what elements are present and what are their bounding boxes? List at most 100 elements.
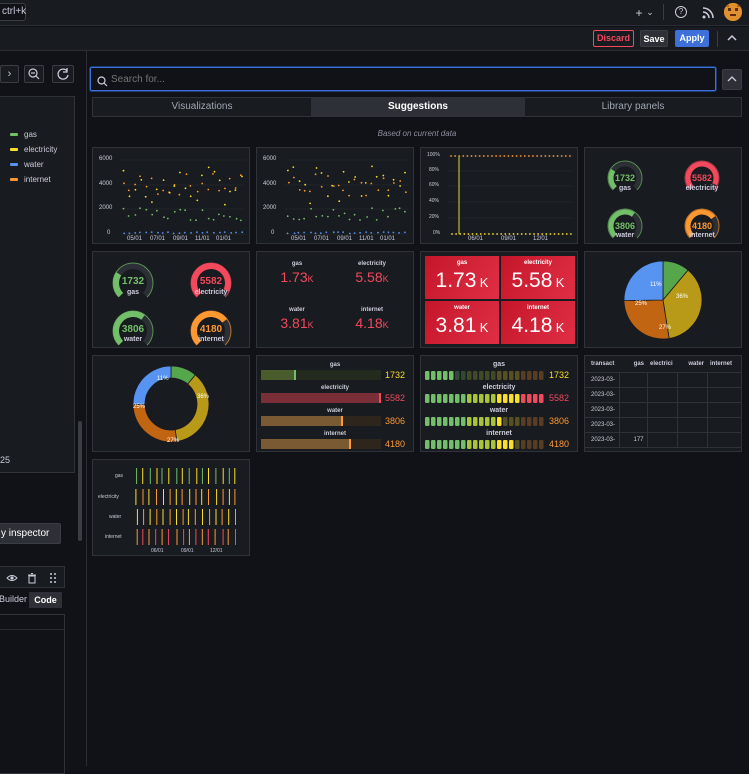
stat-label: internet	[360, 307, 383, 313]
suggestion-bar-gauge-led[interactable]: gas 1732 electricity 5582 water 3806 int…	[420, 355, 578, 452]
trash-icon[interactable]	[26, 571, 38, 584]
table-row[interactable]: 2023-03-	[585, 402, 741, 417]
data-point	[151, 213, 154, 216]
code-editor[interactable]	[0, 614, 65, 774]
suggestion-timeseries-points[interactable]: 6000 4000 2000 0 05/01 07/01 09/01 11/01…	[256, 147, 414, 244]
legend-item[interactable]: gas	[10, 127, 57, 142]
state-segment	[228, 489, 230, 505]
data-point	[474, 155, 477, 157]
data-point	[450, 155, 452, 157]
left-editor-area: › gas electricity water internet 25 y in…	[0, 51, 86, 774]
legend-item[interactable]: water	[10, 157, 57, 172]
data-point	[359, 219, 361, 221]
bar-track	[261, 393, 381, 403]
table-row[interactable]: 2023-03-	[585, 372, 741, 387]
suggestion-timeseries[interactable]: 6000 4000 2000 0 05/01 07/01 09/01 11/01…	[92, 147, 250, 244]
bar-fill	[261, 416, 343, 426]
query-inspector-button[interactable]: y inspector	[0, 523, 61, 544]
collapse-icon[interactable]	[725, 32, 739, 46]
data-point	[206, 231, 209, 234]
suggestion-pie[interactable]: 11% 36% 27% 25%	[584, 251, 742, 348]
time-forward-button[interactable]: ›	[0, 65, 19, 83]
eye-icon[interactable]	[6, 571, 18, 583]
builder-tab[interactable]: Builder	[0, 594, 27, 604]
suggestion-gauge-large[interactable]: 1732 gas 5582 electricity 3806 water 418…	[92, 251, 250, 348]
collapse-picker-button[interactable]	[722, 69, 742, 90]
data-point	[404, 210, 406, 213]
search-shortcut-hint[interactable]: ctrl+k	[0, 3, 26, 21]
led-cell	[425, 417, 430, 426]
data-point	[286, 232, 289, 235]
tab-suggestions[interactable]: Suggestions	[311, 98, 525, 116]
data-point	[185, 173, 188, 176]
table-cell	[677, 417, 708, 432]
avatar[interactable]	[724, 3, 742, 21]
chevron-down-icon[interactable]: ⌄	[645, 4, 655, 20]
splitter-handle[interactable]	[78, 421, 82, 541]
suggestion-gauge[interactable]: 1732 gas 5582 electricity 3806 water 418…	[584, 147, 742, 244]
data-point	[491, 155, 493, 157]
refresh-button[interactable]	[52, 65, 74, 83]
table-header[interactable]: transact	[585, 356, 619, 372]
data-point	[466, 155, 469, 157]
search-input-wrapper[interactable]	[90, 67, 716, 91]
data-point	[178, 232, 181, 234]
code-tab[interactable]: Code	[29, 592, 62, 608]
table-header[interactable]: internet	[707, 356, 741, 372]
bar-value: 1732	[549, 370, 570, 380]
discard-button[interactable]: Discard	[593, 30, 634, 47]
state-segment	[187, 509, 189, 525]
data-table: transact gas electrici water internet 20…	[585, 356, 741, 448]
led-cell	[491, 417, 496, 426]
led-cell	[467, 371, 472, 380]
tab-visualizations[interactable]: Visualizations	[93, 98, 311, 116]
pie-label: 11%	[650, 282, 662, 288]
rss-icon[interactable]	[702, 6, 714, 19]
bar-value: 3806	[549, 416, 570, 426]
plus-icon[interactable]: +	[632, 5, 646, 21]
suggestion-table[interactable]: transact gas electrici water internet 20…	[584, 355, 742, 452]
state-segment	[155, 529, 157, 545]
table-header[interactable]: electrici	[647, 356, 677, 372]
y-tick: 4000	[99, 181, 113, 187]
table-row[interactable]: 2023-03-	[585, 387, 741, 402]
gauge-label: internet	[689, 232, 715, 239]
stat-label: electricity	[357, 261, 387, 267]
drag-handle-icon[interactable]	[47, 571, 59, 583]
save-button[interactable]: Save	[640, 30, 668, 47]
apply-button[interactable]: Apply	[675, 30, 709, 47]
data-point	[332, 185, 335, 187]
led-cell	[527, 394, 532, 403]
led-cell	[437, 371, 442, 380]
led-cell	[527, 440, 532, 449]
data-point	[332, 231, 335, 234]
suggestion-stat-text[interactable]: gas 1.73K electricity 5.58K water 3.81K …	[256, 251, 414, 348]
suggestion-state-timeline[interactable]: gas electricity water internet 06/01 09/…	[92, 459, 250, 556]
legend-item[interactable]: electricity	[10, 142, 57, 157]
data-point	[134, 232, 137, 234]
suggestion-percent-stacked[interactable]: 100% 80% 60% 40% 20% 0% 06/01 09/01 12/0…	[420, 147, 578, 244]
led-cell	[509, 371, 514, 380]
based-on-data-caption: Based on current data	[377, 129, 457, 138]
data-point	[189, 185, 192, 187]
zoom-out-button[interactable]	[24, 65, 44, 83]
suggestion-stat-background[interactable]: gas 1.73 K electricity 5.58 K water 3.81…	[420, 251, 578, 348]
help-icon[interactable]: ?	[675, 6, 687, 18]
data-point	[304, 183, 307, 186]
table-header[interactable]: water	[677, 356, 707, 372]
table-row[interactable]: 2023-03-	[585, 417, 741, 432]
search-input[interactable]	[111, 71, 701, 87]
data-point	[382, 177, 385, 180]
suggestion-bar-gauge[interactable]: gas 1732 electricity 5582 water 3806 int…	[256, 355, 414, 452]
suggestion-donut[interactable]: 11% 36% 27% 25%	[92, 355, 250, 452]
tab-library-panels[interactable]: Library panels	[525, 98, 741, 116]
state-segment	[221, 509, 223, 525]
data-point	[196, 199, 199, 202]
stat-label: electricity	[523, 260, 553, 266]
legend-item[interactable]: internet	[10, 172, 57, 187]
led-cell	[467, 417, 472, 426]
led-cell	[461, 394, 466, 403]
table-header[interactable]: gas	[619, 356, 647, 372]
table-row[interactable]: 2023-03- 177	[585, 432, 741, 447]
pie-label: 36%	[676, 294, 689, 300]
